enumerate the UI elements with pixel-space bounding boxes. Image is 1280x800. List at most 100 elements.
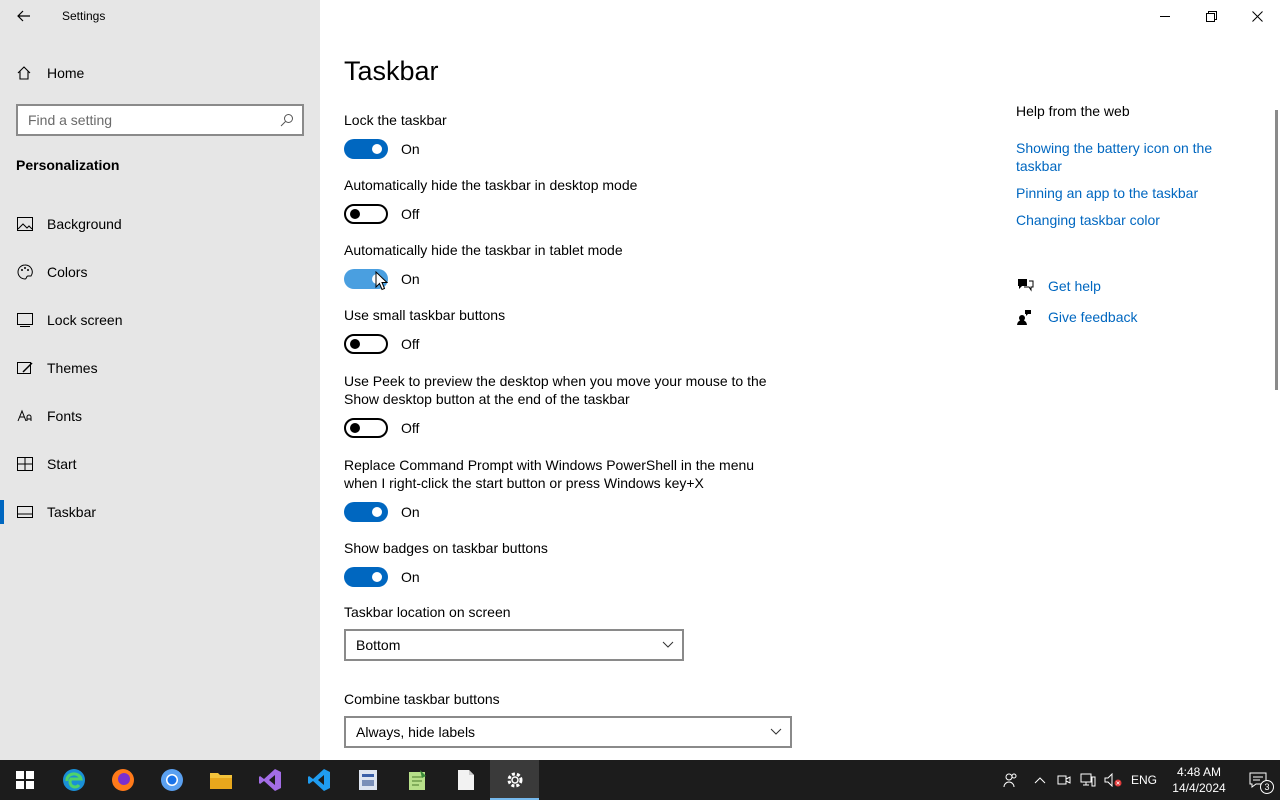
taskbar-visual-studio[interactable] <box>245 760 294 800</box>
location-label: Taskbar location on screen <box>344 604 511 620</box>
get-help-link[interactable]: Get help <box>1016 276 1101 296</box>
taskbar-vscode[interactable] <box>294 760 343 800</box>
help-link-battery[interactable]: Showing the battery icon on the taskbar <box>1016 139 1226 175</box>
system-tray: ENG 4:48 AM 14/4/2024 3 <box>994 760 1280 800</box>
settings-icon <box>507 772 522 788</box>
setting-label: Automatically hide the taskbar in tablet… <box>344 242 623 258</box>
sidebar-item-label: Colors <box>47 264 88 280</box>
sidebar-item-label: Taskbar <box>47 504 97 520</box>
peek-toggle[interactable] <box>344 418 388 438</box>
powershell-toggle[interactable] <box>344 502 388 522</box>
sidebar-item-start[interactable]: Start <box>0 440 320 488</box>
visual-studio-icon <box>258 769 281 791</box>
taskbar-chrome[interactable] <box>147 760 196 800</box>
sidebar-item-background[interactable]: Background <box>0 200 320 248</box>
toggle-state: On <box>401 569 420 585</box>
give-feedback-link[interactable]: Give feedback <box>1016 307 1138 327</box>
home-icon <box>16 63 36 83</box>
back-arrow-icon <box>17 10 30 22</box>
page-title: Taskbar <box>344 56 439 86</box>
network-button[interactable] <box>1076 760 1100 800</box>
sidebar-item-colors[interactable]: Colors <box>0 248 320 296</box>
section-title: Personalization <box>16 157 120 173</box>
show-hidden-icons-button[interactable] <box>1028 760 1052 800</box>
language-indicator[interactable]: ENG <box>1126 760 1162 800</box>
help-link-color[interactable]: Changing taskbar color <box>1016 211 1226 229</box>
sidebar-item-label: Background <box>47 216 122 232</box>
camera-icon <box>1057 775 1071 785</box>
vscode-icon <box>307 769 330 791</box>
taskbar-notepad[interactable] <box>441 760 490 800</box>
setting-label: Replace Command Prompt with Windows Powe… <box>344 457 755 491</box>
sidebar-item-label: Fonts <box>47 408 83 424</box>
taskbar: ENG 4:48 AM 14/4/2024 3 <box>0 760 1280 800</box>
notepadpp-icon <box>408 770 426 790</box>
search-input[interactable] <box>28 112 280 128</box>
restore-icon <box>1205 10 1217 22</box>
help-title: Help from the web <box>1016 103 1130 119</box>
search-icon[interactable] <box>280 113 294 127</box>
taskbar-start-button[interactable] <box>0 760 49 800</box>
setting-label: Use small taskbar buttons <box>344 307 506 323</box>
volume-muted-icon <box>1104 773 1122 787</box>
sidebar-item-label: Themes <box>47 360 98 376</box>
start-icon <box>16 455 34 473</box>
setting-badges: Show badges on taskbar buttons On <box>344 539 804 587</box>
volume-button[interactable] <box>1100 760 1126 800</box>
taskbar-notepadpp[interactable] <box>392 760 441 800</box>
edge-icon <box>62 769 85 791</box>
help-link-pinning[interactable]: Pinning an app to the taskbar <box>1016 184 1226 202</box>
taskbar-edge[interactable] <box>49 760 98 800</box>
chevron-up-icon <box>1034 777 1046 784</box>
picture-icon <box>16 215 34 233</box>
taskbar-settings[interactable] <box>490 760 539 800</box>
themes-icon <box>16 359 34 377</box>
taskbar-firefox[interactable] <box>98 760 147 800</box>
setting-powershell: Replace Command Prompt with Windows Powe… <box>344 456 764 522</box>
autohide-desktop-toggle[interactable] <box>344 204 388 224</box>
people-button[interactable] <box>994 760 1028 800</box>
autohide-tablet-toggle[interactable] <box>344 269 388 291</box>
toggle-state: On <box>401 271 420 287</box>
sidebar-item-fonts[interactable]: Fonts <box>0 392 320 440</box>
firefox-icon <box>111 769 134 791</box>
network-icon <box>1080 773 1096 787</box>
restore-button[interactable] <box>1188 0 1234 32</box>
sidebar-item-themes[interactable]: Themes <box>0 344 320 392</box>
sidebar: Settings Home Personalization Background… <box>0 0 320 760</box>
lock-taskbar-toggle[interactable] <box>344 139 388 159</box>
sidebar-nav: Background Colors Lock screen Themes Fon… <box>0 200 320 536</box>
clock-button[interactable]: 4:48 AM 14/4/2024 <box>1162 760 1236 800</box>
location-dropdown[interactable]: Bottom <box>344 629 684 661</box>
action-center-button[interactable]: 3 <box>1236 760 1280 800</box>
clock-time: 4:48 AM <box>1176 765 1222 779</box>
chrome-icon <box>160 769 183 791</box>
lock-screen-icon <box>16 311 34 329</box>
small-buttons-toggle[interactable] <box>344 334 388 354</box>
people-icon <box>1003 773 1017 788</box>
get-help-label: Get help <box>1048 278 1101 294</box>
setting-label: Show badges on taskbar buttons <box>344 540 548 556</box>
combine-dropdown[interactable]: Always, hide labels <box>344 716 792 748</box>
taskbar-app[interactable] <box>343 760 392 800</box>
sidebar-item-lock-screen[interactable]: Lock screen <box>0 296 320 344</box>
back-button[interactable] <box>12 4 36 28</box>
notification-count: 3 <box>1260 780 1274 794</box>
scrollbar[interactable] <box>1275 110 1278 390</box>
file-explorer-icon <box>209 773 232 789</box>
close-button[interactable] <box>1234 0 1280 32</box>
give-feedback-label: Give feedback <box>1048 309 1138 325</box>
badges-toggle[interactable] <box>344 567 388 587</box>
fonts-icon <box>16 407 34 425</box>
taskbar-file-explorer[interactable] <box>196 760 245 800</box>
chevron-down-icon <box>770 728 782 735</box>
minimize-icon <box>1160 16 1170 17</box>
chevron-down-icon <box>662 641 674 648</box>
sidebar-item-taskbar[interactable]: Taskbar <box>0 488 320 536</box>
meet-now-button[interactable] <box>1052 760 1076 800</box>
windows-logo-icon <box>15 771 34 789</box>
minimize-button[interactable] <box>1142 0 1188 32</box>
search-box[interactable] <box>16 104 304 136</box>
combine-label: Combine taskbar buttons <box>344 691 500 707</box>
home-nav[interactable]: Home <box>16 60 84 86</box>
